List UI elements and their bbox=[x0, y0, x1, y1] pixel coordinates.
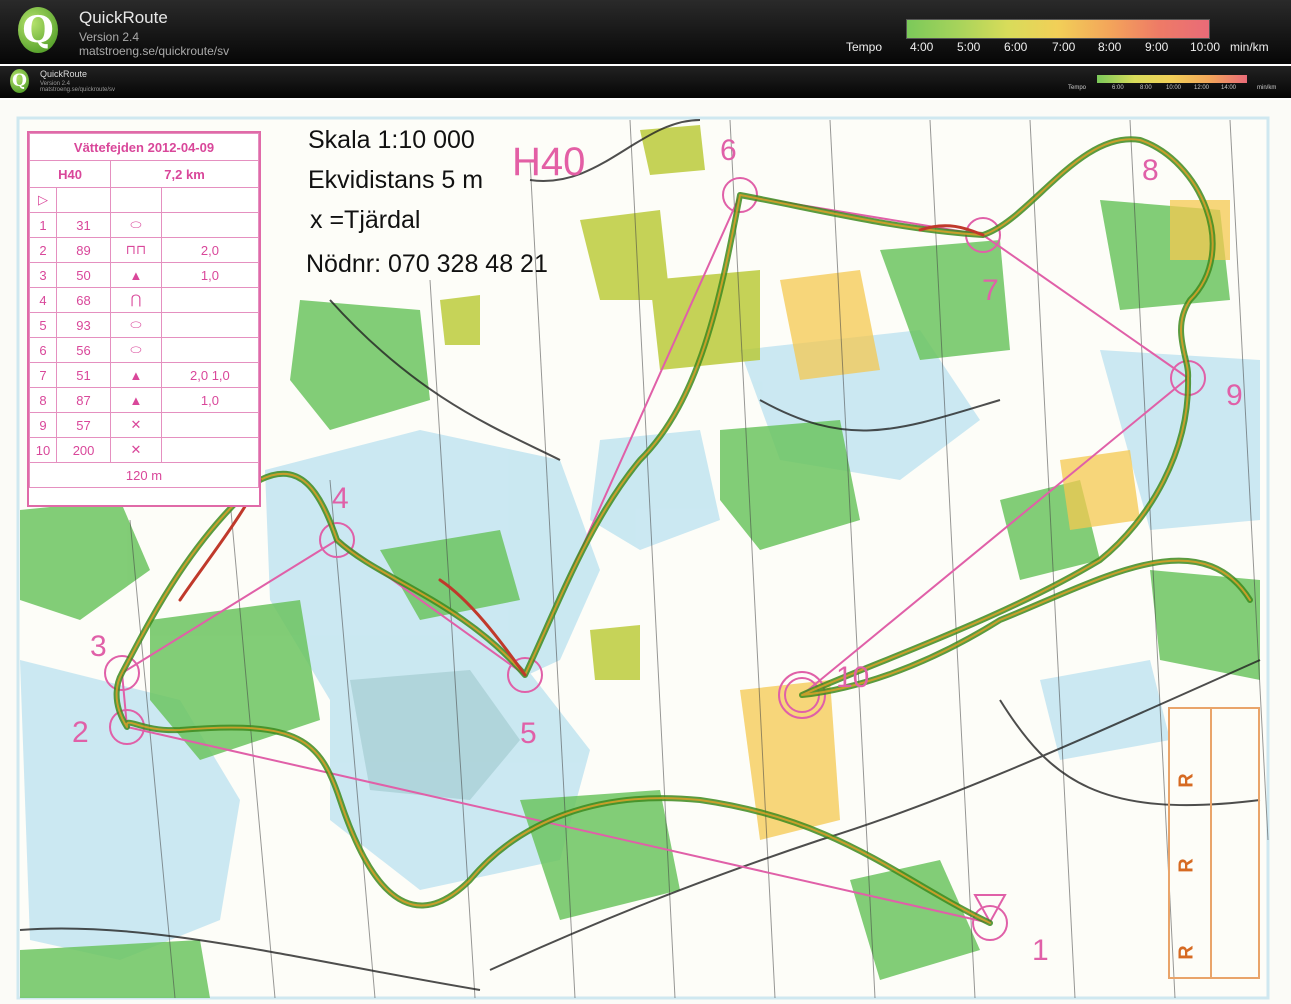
map-symbol-note: x =Tjärdal bbox=[310, 206, 421, 234]
crossing-icon: ✕ bbox=[110, 437, 162, 463]
desc-row: 1 31 ⬭ bbox=[29, 212, 260, 238]
control-number-1: 1 bbox=[1032, 934, 1049, 967]
tempo-color-scale bbox=[906, 19, 1210, 39]
control-number-5: 5 bbox=[520, 717, 537, 750]
embedded-legend-title: Tempo bbox=[1068, 85, 1087, 91]
restricted-mark: R bbox=[1175, 773, 1198, 788]
embedded-logo: Q bbox=[10, 69, 29, 93]
boulder-icon: ▲ bbox=[110, 262, 162, 288]
tempo-tick-4: 4:00 bbox=[910, 40, 934, 54]
restricted-column bbox=[1170, 709, 1212, 977]
map-class-label: H40 bbox=[512, 140, 586, 184]
map-emergency-number: Nödnr: 070 328 48 21 bbox=[306, 250, 548, 278]
desc-row: 2 89 ⊓⊓ 2,0 bbox=[29, 237, 260, 263]
desc-row: 5 93 ⬭ bbox=[29, 312, 260, 338]
tempo-unit: min/km bbox=[1230, 40, 1269, 54]
control-number-6: 6 bbox=[720, 134, 737, 167]
map-scale: Skala 1:10 000 bbox=[308, 126, 475, 154]
orienteering-map[interactable]: 1 2 3 4 5 6 7 8 9 10 Skala 1:10 000 Ekvi… bbox=[0, 100, 1291, 1004]
tempo-tick-7: 7:00 bbox=[1052, 40, 1076, 54]
desc-row: 10 200 ✕ bbox=[29, 437, 260, 463]
desc-row: 4 68 ⋂ bbox=[29, 287, 260, 313]
pit-icon: ✕ bbox=[110, 412, 162, 438]
cliff-icon: ⊓⊓ bbox=[110, 237, 162, 263]
control-number-9: 9 bbox=[1226, 379, 1243, 412]
embedded-app-name: QuickRoute bbox=[40, 69, 88, 79]
restricted-mark: R bbox=[1175, 945, 1198, 960]
tempo-legend-title: Tempo bbox=[846, 40, 883, 54]
spur-icon: ⋂ bbox=[110, 287, 162, 313]
desc-row: 6 56 ⬭ bbox=[29, 337, 260, 363]
embedded-color-scale bbox=[1097, 75, 1247, 83]
embedded-tick-12: 12:00 bbox=[1194, 85, 1210, 91]
tempo-tick-6: 6:00 bbox=[1004, 40, 1028, 54]
desc-distance: 7,2 km bbox=[110, 160, 259, 188]
embedded-tick-8: 8:00 bbox=[1140, 85, 1152, 91]
control-number-7: 7 bbox=[982, 274, 999, 307]
control-number-4: 4 bbox=[332, 482, 349, 515]
control-number-2: 2 bbox=[72, 716, 89, 749]
embedded-tick-6: 6:00 bbox=[1112, 85, 1124, 91]
tempo-tick-10: 10:00 bbox=[1190, 40, 1221, 54]
desc-row: 3 50 ▲ 1,0 bbox=[29, 262, 260, 288]
app-version: Version 2.4 bbox=[79, 30, 140, 44]
desc-finish: 120 m bbox=[29, 462, 259, 488]
app-name: QuickRoute bbox=[79, 8, 168, 27]
boulder-icon: ▲ bbox=[110, 387, 162, 413]
desc-row: 7 51 ▲ 2,0 1,0 bbox=[29, 362, 260, 388]
control-number-8: 8 bbox=[1142, 154, 1159, 187]
control-description-sheet: Vättefejden 2012-04-09 H40 7,2 km ▷ 1 31 ⬭ … bbox=[27, 131, 261, 507]
desc-class: H40 bbox=[28, 160, 112, 188]
desc-row: 9 57 ✕ bbox=[29, 412, 260, 438]
knoll-icon: ⬭ bbox=[110, 312, 162, 338]
restricted-mark: R bbox=[1175, 858, 1198, 873]
desc-event: Vättefejden 2012-04-09 bbox=[29, 133, 259, 161]
quickroute-header: Q QuickRoute Version 2.4 matstroeng.se/q… bbox=[0, 0, 1291, 64]
map-contour-interval: Ekvidistans 5 m bbox=[308, 166, 484, 194]
embedded-url: matstroeng.se/quickroute/sv bbox=[40, 87, 116, 93]
embedded-header: Q QuickRoute Version 2.4 matstroeng.se/q… bbox=[0, 66, 1291, 98]
tempo-tick-8: 8:00 bbox=[1098, 40, 1122, 54]
control-number-3: 3 bbox=[90, 630, 107, 663]
restricted-area-box: R R R bbox=[1168, 707, 1260, 979]
desc-row: 8 87 ▲ 1,0 bbox=[29, 387, 260, 413]
embedded-unit: min/km bbox=[1257, 85, 1277, 91]
knoll-icon: ⬭ bbox=[110, 337, 162, 363]
knoll-icon: ⬭ bbox=[110, 212, 162, 238]
app-url: matstroeng.se/quickroute/sv bbox=[79, 44, 230, 58]
control-number-10: 10 bbox=[836, 661, 869, 694]
embedded-tick-14: 14:00 bbox=[1221, 85, 1237, 91]
boulder-icon: ▲ bbox=[110, 362, 162, 388]
embedded-tick-10: 10:00 bbox=[1166, 85, 1182, 91]
tempo-tick-9: 9:00 bbox=[1145, 40, 1169, 54]
start-triangle-icon: ▷ bbox=[29, 187, 57, 213]
quickroute-logo: Q bbox=[18, 7, 58, 53]
tempo-tick-5: 5:00 bbox=[957, 40, 981, 54]
